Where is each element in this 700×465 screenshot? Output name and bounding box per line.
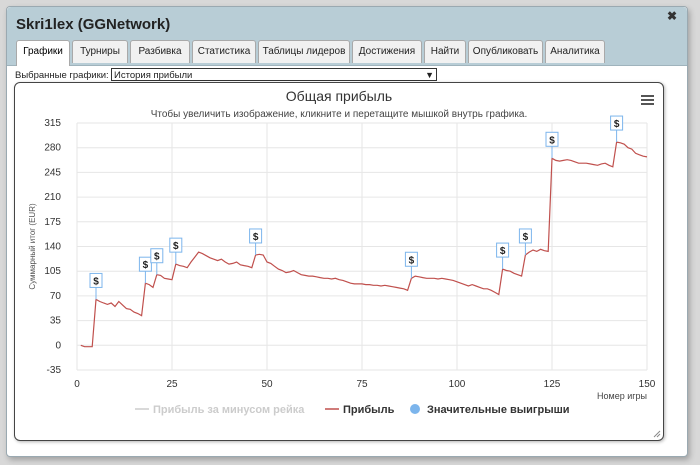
legend-item-label: Значительные выигрыши [427, 404, 570, 416]
dialog-titlebar[interactable]: Skri1lex (GGNetwork) ✖ Графики Турниры Р… [7, 7, 687, 66]
legend-item-label: Прибыль за минусом рейка [153, 404, 305, 416]
big-win-flag-label: $ [523, 232, 529, 243]
big-win-flag-label: $ [500, 246, 506, 257]
x-tick-label: 125 [544, 379, 561, 390]
y-tick-label: 140 [44, 242, 61, 253]
big-win-flag-label: $ [143, 260, 149, 271]
big-win-flag-label: $ [173, 241, 179, 252]
x-tick-label: 100 [449, 379, 466, 390]
y-tick-label: 105 [44, 266, 61, 277]
x-tick-label: 75 [356, 379, 368, 390]
tab-breakdown[interactable]: Разбивка [130, 40, 190, 63]
y-tick-label: 0 [55, 340, 61, 351]
big-win-flag-label: $ [154, 252, 160, 263]
big-win-flag-label: $ [93, 276, 99, 287]
tab-analytics[interactable]: Аналитика [545, 40, 605, 63]
chart-menu-icon[interactable] [641, 95, 654, 106]
chart-selector-label: Выбранные графики: [15, 70, 109, 81]
tab-achievements[interactable]: Достижения [352, 40, 422, 63]
legend-circle-symbol [410, 404, 420, 414]
big-win-flag-label: $ [253, 232, 259, 243]
y-tick-label: 280 [44, 143, 61, 154]
chevron-down-icon: ▼ [425, 70, 434, 80]
resize-grip-icon[interactable] [653, 430, 661, 438]
tab-tournaments[interactable]: Турниры [72, 40, 128, 63]
tab-graphs[interactable]: Графики [16, 40, 70, 66]
chart-container[interactable]: Общая прибыль Чтобы увеличить изображение… [14, 82, 664, 441]
big-win-flag-label: $ [549, 135, 555, 146]
big-win-flag-label: $ [614, 119, 620, 130]
chart-select-value: История прибыли [114, 70, 193, 81]
x-tick-label: 50 [261, 379, 273, 390]
tab-publish[interactable]: Опубликовать [468, 40, 543, 63]
x-axis-title: Номер игры [597, 391, 647, 401]
x-tick-label: 0 [74, 379, 80, 390]
y-tick-label: 315 [44, 118, 61, 129]
tab-leaderboards[interactable]: Таблицы лидеров [258, 40, 350, 63]
y-tick-label: 35 [50, 316, 62, 327]
y-tick-label: 175 [44, 217, 61, 228]
x-tick-label: 25 [166, 379, 178, 390]
big-win-flag-label: $ [409, 255, 415, 266]
y-axis-title: Суммарный итог (EUR) [28, 203, 37, 290]
x-tick-label: 150 [639, 379, 656, 390]
y-tick-label: 245 [44, 167, 61, 178]
profit-chart[interactable]: Общая прибыль Чтобы увеличить изображение… [15, 83, 663, 440]
tab-statistics[interactable]: Статистика [192, 40, 256, 63]
chart-select[interactable]: История прибыли ▼ [111, 68, 437, 81]
tab-find[interactable]: Найти [424, 40, 466, 63]
dialog-title: Skri1lex (GGNetwork) [16, 16, 171, 33]
close-icon[interactable]: ✖ [667, 9, 677, 23]
chart-subtitle: Чтобы увеличить изображение, кликните и … [151, 108, 528, 120]
player-dialog: Skri1lex (GGNetwork) ✖ Графики Турниры Р… [6, 6, 688, 457]
y-tick-label: 70 [50, 291, 62, 302]
y-tick-label: -35 [47, 365, 62, 376]
legend-item-label: Прибыль [343, 404, 395, 416]
chart-title: Общая прибыль [286, 88, 392, 104]
y-tick-label: 210 [44, 192, 61, 203]
